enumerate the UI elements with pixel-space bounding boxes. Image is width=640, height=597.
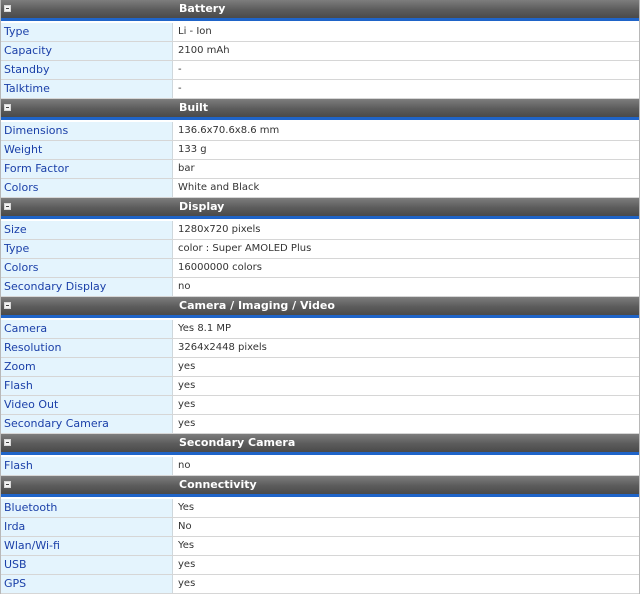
spec-row: Secondary Display no — [1, 278, 639, 297]
spec-value: no — [173, 457, 639, 475]
specs-table: Battery Type Li - Ion Capacity 2100 mAh St… — [0, 0, 640, 594]
spec-label: USB — [1, 556, 173, 574]
spec-value: Yes — [173, 499, 639, 517]
spec-label: Flash — [1, 377, 173, 395]
spec-value: - — [173, 61, 639, 79]
section-header-battery[interactable]: Battery — [1, 0, 639, 21]
spec-row: Resolution 3264x2448 pixels — [1, 339, 639, 358]
collapse-icon[interactable] — [4, 104, 11, 111]
spec-row: Wlan/Wi-fi Yes — [1, 537, 639, 556]
spec-value: yes — [173, 358, 639, 376]
spec-label: Form Factor — [1, 160, 173, 178]
spec-value: - — [173, 80, 639, 98]
spec-value: No — [173, 518, 639, 536]
spec-label: Colors — [1, 259, 173, 277]
collapse-icon[interactable] — [4, 481, 11, 488]
spec-row: Colors White and Black — [1, 179, 639, 198]
spec-value: yes — [173, 556, 639, 574]
spec-value: White and Black — [173, 179, 639, 197]
collapse-icon[interactable] — [4, 203, 11, 210]
spec-row: Flash no — [1, 455, 639, 476]
section-title: Connectivity — [179, 478, 257, 491]
spec-value: 136.6x70.6x8.6 mm — [173, 122, 639, 140]
spec-row: Flash yes — [1, 377, 639, 396]
section-header-camera[interactable]: Camera / Imaging / Video — [1, 297, 639, 318]
spec-value: Yes 8.1 MP — [173, 320, 639, 338]
spec-value: bar — [173, 160, 639, 178]
spec-value: yes — [173, 396, 639, 414]
spec-value: yes — [173, 415, 639, 433]
spec-row: Standby - — [1, 61, 639, 80]
spec-row: Talktime - — [1, 80, 639, 99]
spec-value: 133 g — [173, 141, 639, 159]
section-header-secondary-camera[interactable]: Secondary Camera — [1, 434, 639, 455]
section-header-connectivity[interactable]: Connectivity — [1, 476, 639, 497]
collapse-icon[interactable] — [4, 302, 11, 309]
spec-label: Capacity — [1, 42, 173, 60]
section-header-display[interactable]: Display — [1, 198, 639, 219]
spec-value: Li - Ion — [173, 23, 639, 41]
spec-row: Colors 16000000 colors — [1, 259, 639, 278]
collapse-icon[interactable] — [4, 439, 11, 446]
spec-label: GPS — [1, 575, 173, 593]
spec-row: Video Out yes — [1, 396, 639, 415]
spec-label: Wlan/Wi-fi — [1, 537, 173, 555]
spec-label: Irda — [1, 518, 173, 536]
spec-value: yes — [173, 377, 639, 395]
spec-row: GPS yes — [1, 575, 639, 594]
spec-label: Type — [1, 23, 173, 41]
spec-row: Weight 133 g — [1, 141, 639, 160]
spec-label: Camera — [1, 320, 173, 338]
spec-label: Bluetooth — [1, 499, 173, 517]
spec-value: 3264x2448 pixels — [173, 339, 639, 357]
spec-label: Colors — [1, 179, 173, 197]
spec-row: Camera Yes 8.1 MP — [1, 318, 639, 339]
spec-row: Dimensions 136.6x70.6x8.6 mm — [1, 120, 639, 141]
section-title: Built — [179, 101, 209, 114]
section-title: Display — [179, 200, 225, 213]
spec-label: Size — [1, 221, 173, 239]
spec-value: no — [173, 278, 639, 296]
spec-row: Secondary Camera yes — [1, 415, 639, 434]
spec-row: Zoom yes — [1, 358, 639, 377]
spec-row: USB yes — [1, 556, 639, 575]
section-title: Camera / Imaging / Video — [179, 299, 335, 312]
spec-row: Irda No — [1, 518, 639, 537]
spec-label: Zoom — [1, 358, 173, 376]
spec-label: Resolution — [1, 339, 173, 357]
spec-label: Weight — [1, 141, 173, 159]
spec-label: Dimensions — [1, 122, 173, 140]
collapse-icon[interactable] — [4, 5, 11, 12]
spec-row: Bluetooth Yes — [1, 497, 639, 518]
spec-row: Capacity 2100 mAh — [1, 42, 639, 61]
spec-value: yes — [173, 575, 639, 593]
spec-value: color : Super AMOLED Plus — [173, 240, 639, 258]
spec-row: Size 1280x720 pixels — [1, 219, 639, 240]
spec-value: 2100 mAh — [173, 42, 639, 60]
spec-label: Video Out — [1, 396, 173, 414]
section-header-built[interactable]: Built — [1, 99, 639, 120]
spec-value: 1280x720 pixels — [173, 221, 639, 239]
spec-row: Form Factor bar — [1, 160, 639, 179]
spec-label: Standby — [1, 61, 173, 79]
spec-label: Secondary Display — [1, 278, 173, 296]
spec-row: Type color : Super AMOLED Plus — [1, 240, 639, 259]
spec-label: Type — [1, 240, 173, 258]
section-title: Battery — [179, 2, 226, 15]
section-title: Secondary Camera — [179, 436, 296, 449]
spec-label: Flash — [1, 457, 173, 475]
spec-value: Yes — [173, 537, 639, 555]
spec-value: 16000000 colors — [173, 259, 639, 277]
spec-label: Secondary Camera — [1, 415, 173, 433]
spec-label: Talktime — [1, 80, 173, 98]
spec-row: Type Li - Ion — [1, 21, 639, 42]
